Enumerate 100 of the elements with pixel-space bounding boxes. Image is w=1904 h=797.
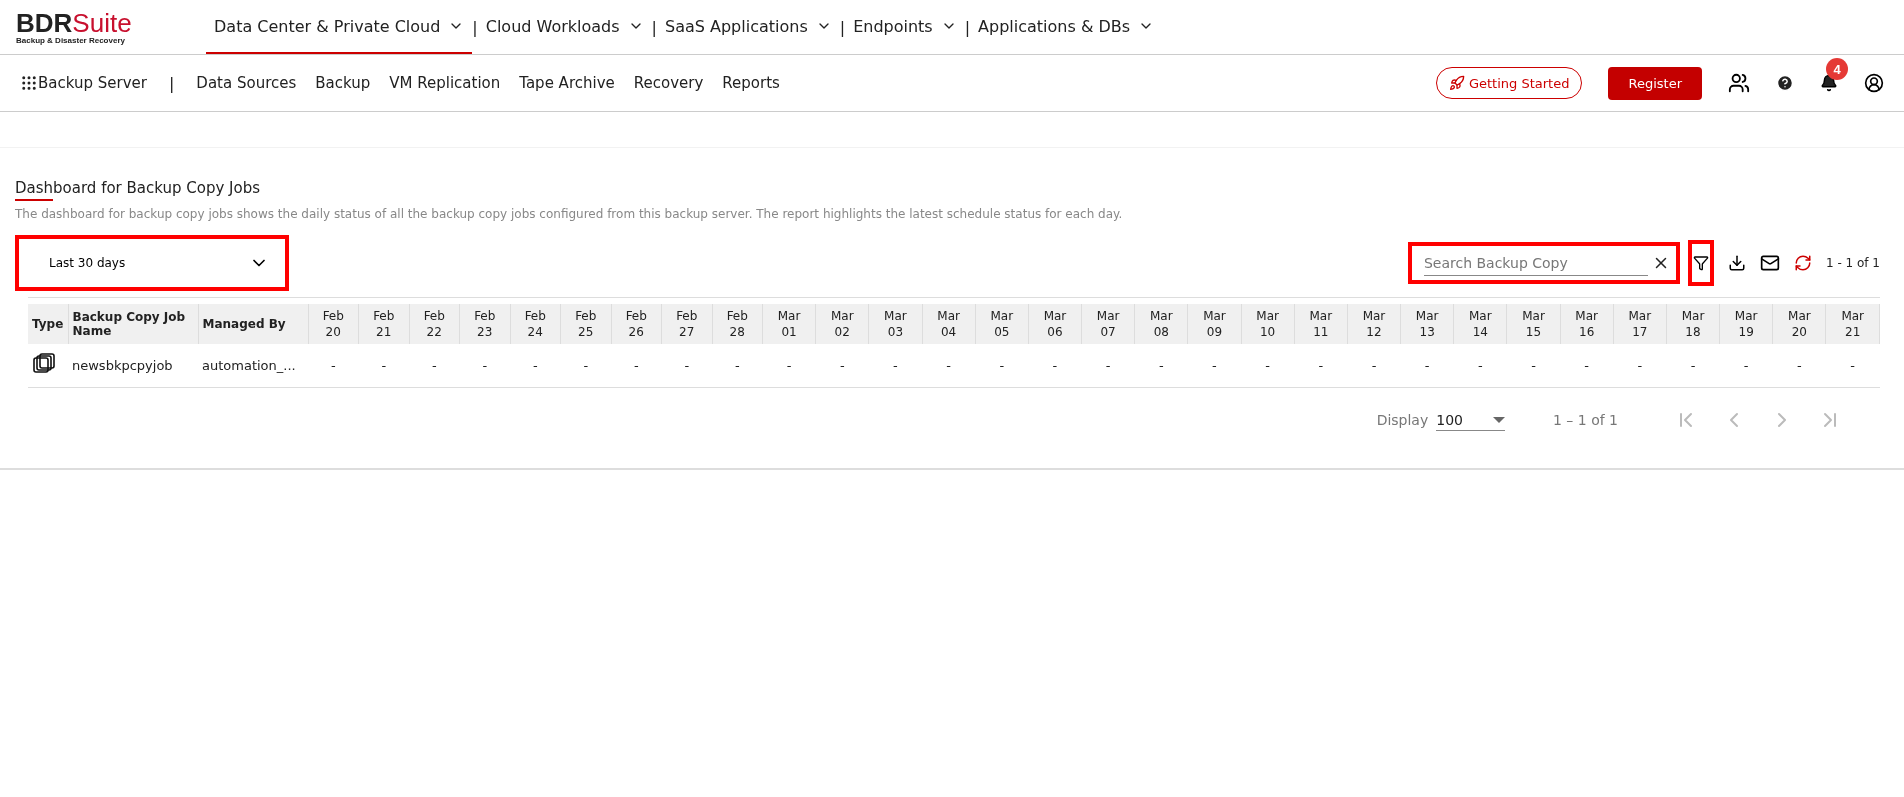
table-cell: - — [762, 344, 816, 388]
date-header: Mar 21 — [1825, 304, 1880, 344]
date-header: Feb 24 — [510, 304, 561, 344]
date-header: Mar 09 — [1187, 304, 1242, 344]
top-nav-tab[interactable]: Data Center & Private Cloud — [206, 0, 473, 54]
search-field[interactable]: Search Backup Copy — [1407, 242, 1680, 284]
page-range: 1 – 1 of 1 — [1552, 412, 1618, 428]
date-header: Mar 11 — [1294, 304, 1348, 344]
sub-nav-link[interactable]: VM Replication — [389, 74, 501, 92]
display-label: Display — [1376, 412, 1429, 428]
table-cell: - — [1134, 344, 1188, 388]
table-cell: - — [1347, 344, 1401, 388]
period-dropdown[interactable]: Last 30 days — [15, 235, 289, 291]
table-cell: automation_... — [198, 344, 308, 388]
date-header: Mar 13 — [1400, 304, 1454, 344]
table-cell: - — [1666, 344, 1720, 388]
top-nav-tab[interactable]: Applications & DBs — [970, 0, 1163, 54]
stacked-squares-icon — [32, 352, 56, 376]
table-cell: - — [661, 344, 712, 388]
date-header: Feb 25 — [560, 304, 611, 344]
sub-nav-link[interactable]: Data Sources — [196, 74, 297, 92]
help-icon[interactable] — [1776, 74, 1794, 92]
table-cell: - — [409, 344, 460, 388]
date-header: Mar 08 — [1134, 304, 1188, 344]
table-cell: - — [358, 344, 409, 388]
getting-started-button[interactable]: Getting Started — [1435, 67, 1583, 99]
download-icon[interactable] — [1727, 254, 1746, 272]
date-header: Mar 18 — [1666, 304, 1720, 344]
table-cell: - — [1825, 344, 1880, 388]
table-cell: - — [975, 344, 1029, 388]
date-header: Mar 06 — [1028, 304, 1082, 344]
table-cell: - — [1613, 344, 1667, 388]
rocket-icon — [1448, 75, 1465, 91]
user-icon[interactable] — [1864, 73, 1884, 93]
date-header: Feb 21 — [358, 304, 409, 344]
top-nav-tab[interactable]: SaaS Applications — [657, 0, 840, 54]
table-cell: - — [1187, 344, 1242, 388]
date-header: Mar 01 — [762, 304, 816, 344]
date-header: Feb 27 — [661, 304, 712, 344]
nav-separator: | — [964, 17, 971, 37]
dashboard-title: Dashboard for Backup Copy Jobs — [15, 179, 261, 203]
caret-down-icon — [1492, 416, 1505, 423]
table-cell: - — [1560, 344, 1614, 388]
table-cell: newsbkpcpyjob — [68, 344, 198, 388]
date-header: Feb 20 — [308, 304, 359, 344]
top-nav-tab[interactable]: Endpoints — [845, 0, 965, 54]
sub-nav-link[interactable]: Reports — [722, 74, 780, 92]
table-cell: - — [1294, 344, 1348, 388]
table-cell: - — [712, 344, 763, 388]
date-header: Feb 22 — [409, 304, 460, 344]
table-cell: - — [560, 344, 611, 388]
sub-nav-link[interactable]: Backup — [315, 74, 371, 92]
sub-nav-link[interactable]: Tape Archive — [519, 74, 615, 92]
date-header: Feb 26 — [611, 304, 662, 344]
date-header: Mar 12 — [1347, 304, 1401, 344]
column-header: Type — [28, 304, 68, 344]
register-button[interactable]: Register — [1608, 66, 1702, 100]
column-header: Backup Copy Job Name — [68, 304, 198, 344]
dashboard-description: The dashboard for backup copy jobs shows the daily status of all the backup copy jobs configured from this backup server. The report highlights the latest schedule status for each day. — [15, 207, 1124, 221]
date-header: Feb 23 — [459, 304, 510, 344]
date-header: Mar 10 — [1241, 304, 1295, 344]
page-size-select[interactable]: 100 — [1436, 409, 1505, 431]
table-cell: - — [815, 344, 869, 388]
date-header: Mar 14 — [1453, 304, 1507, 344]
table-cell: - — [1028, 344, 1082, 388]
table-cell: - — [308, 344, 359, 388]
date-header: Feb 28 — [712, 304, 763, 344]
app-title: Backup Server — [38, 74, 147, 92]
funnel-icon — [1692, 255, 1709, 271]
date-header: Mar 19 — [1719, 304, 1773, 344]
range-text: 1 - 1 of 1 — [1825, 256, 1880, 270]
date-header: Mar 17 — [1613, 304, 1667, 344]
table-cell: - — [922, 344, 976, 388]
table-cell: - — [868, 344, 922, 388]
table-cell: - — [510, 344, 561, 388]
date-header: Mar 03 — [868, 304, 922, 344]
nav-separator: | — [839, 17, 846, 37]
date-header: Mar 02 — [815, 304, 869, 344]
date-header: Mar 20 — [1772, 304, 1826, 344]
sub-nav-link[interactable]: Recovery — [633, 74, 704, 92]
grid-icon[interactable] — [20, 74, 38, 92]
date-header: Mar 05 — [975, 304, 1029, 344]
notification-badge: 4 — [1826, 58, 1848, 80]
column-header: Managed By — [198, 304, 308, 344]
users-icon[interactable] — [1728, 72, 1750, 94]
top-nav-tab[interactable]: Cloud Workloads — [477, 0, 652, 54]
brand-tagline: Backup & Disaster Recovery — [16, 35, 126, 45]
bell-icon[interactable] — [1820, 74, 1838, 92]
table-cell: - — [611, 344, 662, 388]
nav-separator: | — [168, 73, 175, 93]
nav-separator: | — [651, 17, 657, 37]
mail-icon[interactable] — [1759, 253, 1780, 273]
table-cell: - — [1506, 344, 1561, 388]
refresh-icon[interactable] — [1793, 254, 1812, 272]
brand-logo[interactable]: BDRSuite — [16, 9, 206, 36]
table-cell: - — [1081, 344, 1135, 388]
nav-separator: | — [472, 17, 478, 37]
table-cell: - — [459, 344, 510, 388]
filter-button[interactable] — [1687, 240, 1714, 286]
date-header: Mar 15 — [1506, 304, 1561, 344]
